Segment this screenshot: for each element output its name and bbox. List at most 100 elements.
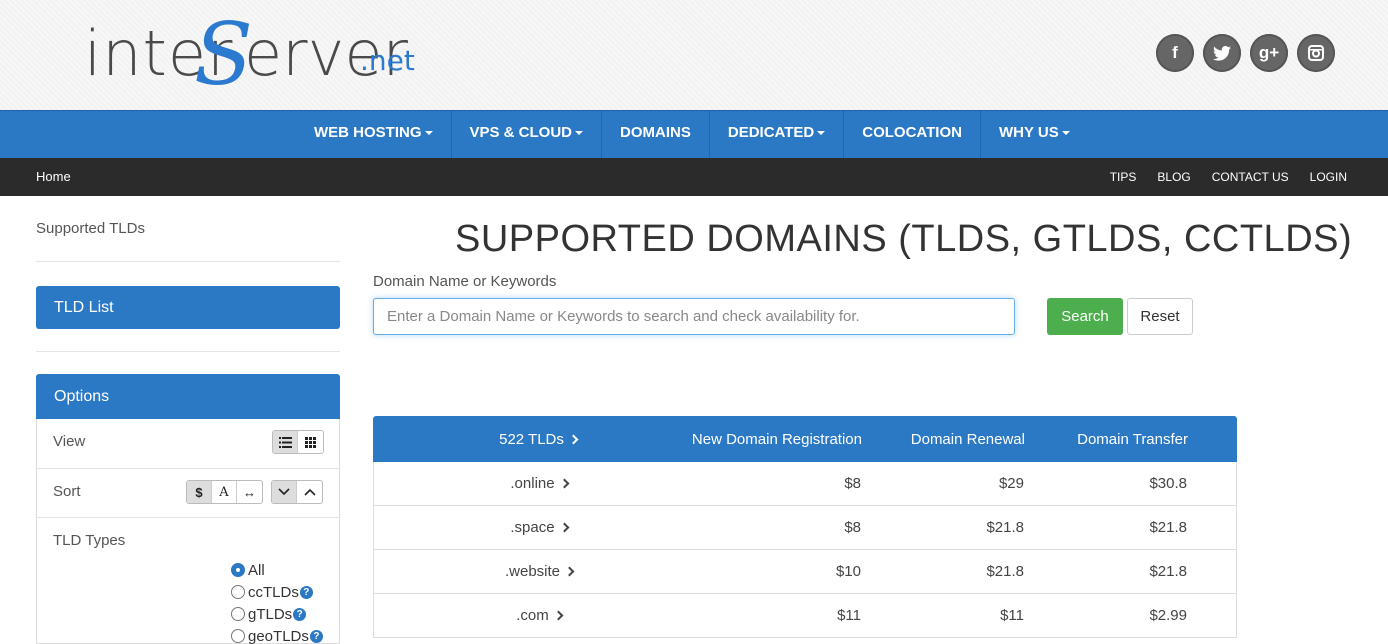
list-view-icon[interactable]	[273, 431, 298, 453]
radio-label: geoTLDs	[248, 627, 309, 644]
nav-label: WHY US	[998, 124, 1059, 141]
tld-cell[interactable]: .website	[374, 550, 704, 593]
sort-alpha-button[interactable]: A	[212, 481, 237, 503]
nav-domains[interactable]: DOMAINS	[602, 111, 710, 158]
domain-search-input[interactable]	[373, 298, 1015, 335]
radio-button[interactable]	[231, 585, 245, 599]
nav-label: DEDICATED	[727, 124, 815, 141]
radio-button[interactable]	[231, 629, 245, 643]
radio-label: ccTLDs	[248, 583, 299, 601]
column-header-registration: New Domain Registration	[691, 430, 862, 448]
tld-list-button[interactable]: TLD List	[36, 286, 340, 329]
link-login[interactable]: LOGIN	[1310, 170, 1347, 184]
tld-name: .space	[510, 519, 555, 536]
tld-cell[interactable]: .space	[374, 506, 704, 549]
radio-button[interactable]	[231, 607, 245, 621]
help-icon[interactable]: ?	[309, 629, 323, 643]
site-header: inter S erver .net f g+	[0, 0, 1388, 110]
nav-colocation[interactable]: COLOCATION	[844, 111, 981, 158]
google-plus-icon[interactable]: g+	[1250, 34, 1288, 72]
header-label: 522 TLDs	[499, 430, 564, 448]
chevron-right-icon	[559, 478, 570, 489]
help-icon[interactable]: ?	[293, 607, 307, 621]
sort-label: Sort	[53, 483, 81, 500]
transfer-price: $2.99	[1149, 607, 1187, 624]
twitter-icon[interactable]	[1203, 34, 1241, 72]
divider	[36, 351, 340, 352]
facebook-icon[interactable]: f	[1156, 34, 1194, 72]
divider	[36, 261, 340, 262]
breadcrumb-bar: Home TIPS BLOG CONTACT US LOGIN	[0, 158, 1388, 196]
search-button[interactable]: Search	[1047, 298, 1123, 335]
caret-down-icon	[424, 131, 433, 136]
caret-down-icon	[1061, 131, 1070, 136]
tld-type-gtlds[interactable]: gTLDs ?	[231, 603, 323, 625]
column-header-tlds[interactable]: 522 TLDs	[373, 416, 703, 462]
sort-row: Sort $ A ↔	[37, 469, 339, 518]
nav-label: COLOCATION	[862, 124, 962, 141]
reset-button[interactable]: Reset	[1127, 298, 1193, 335]
radio-label: gTLDs	[248, 605, 293, 623]
transfer-price: $21.8	[1149, 563, 1187, 580]
tld-cell[interactable]: .online	[374, 462, 704, 505]
sort-price-button[interactable]: $	[187, 481, 212, 503]
tld-type-radio-group: All ccTLDs ? gTLDs ? geoTLDs ?	[231, 559, 323, 644]
chevron-up-icon[interactable]	[297, 481, 322, 503]
nav-web-hosting[interactable]: WEB HOSTING	[296, 111, 452, 158]
caret-down-icon	[575, 131, 584, 136]
grid-view-icon[interactable]	[298, 431, 323, 453]
tld-pricing-table: 522 TLDs New Domain Registration Domain …	[373, 416, 1237, 638]
tld-types-label: TLD Types	[53, 532, 126, 549]
tld-cell[interactable]: .com	[374, 594, 704, 637]
renewal-price: $21.8	[986, 519, 1024, 536]
view-row: View	[37, 419, 339, 469]
nav-label: VPS & CLOUD	[469, 124, 573, 141]
link-tips[interactable]: TIPS	[1110, 170, 1137, 184]
tld-name: .website	[504, 563, 561, 580]
chevron-right-icon	[568, 434, 579, 444]
nav-dedicated[interactable]: DEDICATED	[710, 111, 845, 158]
main-navigation: WEB HOSTING VPS & CLOUD DOMAINS DEDICATE…	[0, 110, 1388, 158]
link-blog[interactable]: BLOG	[1157, 170, 1190, 184]
table-row[interactable]: .com $11 $11 $2.99	[373, 594, 1237, 638]
column-header-renewal: Domain Renewal	[910, 430, 1025, 448]
interserver-logo[interactable]: inter S erver .net	[84, 10, 415, 100]
link-contact-us[interactable]: CONTACT US	[1212, 170, 1289, 184]
table-row[interactable]: .website $10 $21.8 $21.8	[373, 550, 1237, 594]
sidebar-title: Supported TLDs	[36, 220, 145, 237]
registration-price: $11	[837, 607, 861, 624]
search-label: Domain Name or Keywords	[373, 273, 557, 290]
nav-vps-cloud[interactable]: VPS & CLOUD	[452, 111, 603, 158]
registration-price: $10	[835, 563, 861, 580]
renewal-price: $11	[1000, 607, 1024, 624]
view-label: View	[53, 433, 86, 450]
tld-type-all[interactable]: All	[231, 559, 323, 581]
caret-down-icon	[817, 131, 826, 136]
sort-length-button[interactable]: ↔	[237, 481, 262, 503]
chevron-right-icon	[564, 566, 575, 577]
help-icon[interactable]: ?	[299, 585, 313, 599]
renewal-price: $21.8	[986, 563, 1024, 580]
column-header-transfer: Domain Transfer	[1077, 430, 1188, 448]
tld-type-geotlds[interactable]: geoTLDs ?	[231, 625, 323, 644]
radio-label: All	[248, 561, 265, 579]
sort-field-toggle: $ A ↔	[186, 480, 263, 504]
tld-type-cctlds[interactable]: ccTLDs ?	[231, 581, 323, 603]
table-row[interactable]: .online $8 $29 $30.8	[373, 462, 1237, 506]
registration-price: $8	[844, 519, 861, 536]
page-title: SUPPORTED DOMAINS (TLDS, GTLDS, CCTLDS)	[455, 218, 1353, 260]
transfer-price: $30.8	[1149, 475, 1187, 492]
nav-why-us[interactable]: WHY US	[981, 111, 1088, 158]
chevron-right-icon	[553, 610, 564, 621]
table-header: 522 TLDs New Domain Registration Domain …	[373, 416, 1237, 462]
chevron-right-icon	[559, 522, 570, 533]
tld-name: .com	[516, 607, 549, 624]
nav-label: DOMAINS	[620, 124, 691, 141]
table-row[interactable]: .space $8 $21.8 $21.8	[373, 506, 1237, 550]
breadcrumb-home[interactable]: Home	[36, 169, 71, 184]
radio-button[interactable]	[231, 563, 245, 577]
tld-name: .online	[510, 475, 555, 492]
chevron-down-icon[interactable]	[272, 481, 297, 503]
view-toggle	[272, 430, 324, 454]
instagram-icon[interactable]	[1297, 34, 1335, 72]
